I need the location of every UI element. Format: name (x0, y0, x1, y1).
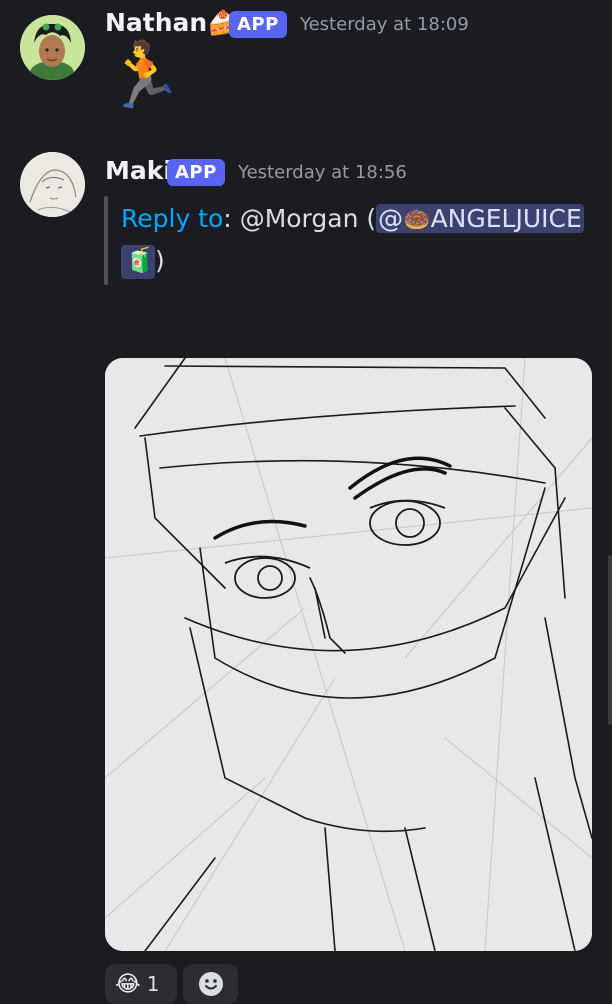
username[interactable]: Nathan🍰 (105, 8, 237, 37)
app-badge: APP (229, 11, 287, 38)
mention-name: ANGELJUICE (430, 204, 582, 233)
user-mention[interactable]: @🍩ANGELJUICE (376, 204, 584, 233)
reply-target[interactable]: @Morgan (240, 204, 359, 233)
reply-quote-bar (104, 196, 108, 285)
avatar[interactable] (20, 15, 85, 80)
add-reaction-button[interactable] (183, 964, 238, 1004)
app-badge: APP (167, 159, 225, 186)
reply-line: Reply to: @Morgan (@🍩ANGELJUICE (121, 204, 584, 233)
reaction-laugh[interactable]: 😂 1 (105, 964, 177, 1004)
donut-icon: 🍩 (403, 208, 431, 233)
reply-colon: : (223, 204, 232, 233)
reply-to-label[interactable]: Reply to (121, 204, 223, 233)
timestamp[interactable]: Yesterday at 18:56 (238, 162, 407, 183)
juice-emoji: 🧃 (125, 246, 155, 274)
reaction-count: 1 (146, 972, 160, 996)
laughing-icon: 😂 (115, 971, 141, 997)
sketch-image (105, 358, 592, 951)
username-text: Nathan (105, 8, 208, 37)
timestamp[interactable]: Yesterday at 18:09 (300, 14, 469, 35)
username[interactable]: Maki (105, 156, 172, 185)
reply-close-paren: ) (155, 246, 165, 275)
reply-open-paren: ( (366, 204, 377, 233)
scrollbar[interactable] (608, 555, 612, 725)
nathan-avatar-icon (20, 15, 85, 80)
juice-box-icon[interactable]: 🧃 (121, 245, 155, 279)
avatar[interactable] (20, 152, 85, 217)
reply-line-2: 🧃) (121, 245, 165, 279)
runner-emoji-icon: 🏃 (104, 39, 184, 113)
add-reaction-icon (198, 972, 223, 996)
maki-avatar-icon (20, 152, 85, 217)
image-attachment[interactable] (105, 358, 592, 951)
mention-at: @ (378, 204, 404, 233)
